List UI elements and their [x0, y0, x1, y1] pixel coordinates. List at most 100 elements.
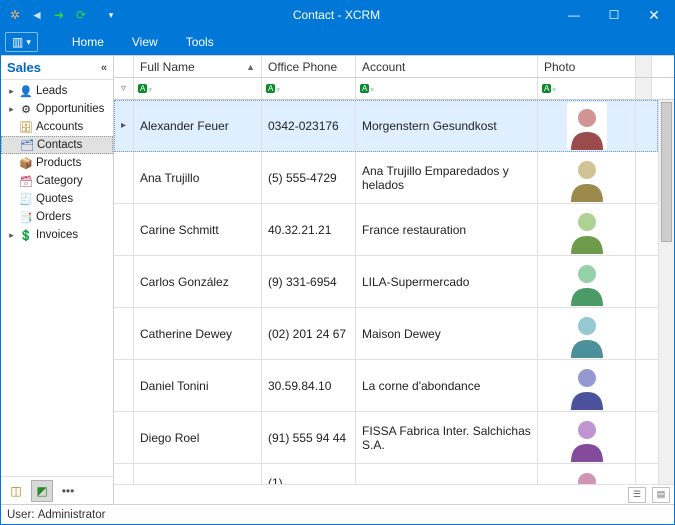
vertical-scrollbar[interactable] — [658, 100, 674, 484]
column-header-account[interactable]: Account — [356, 56, 538, 77]
scrollbar-thumb[interactable] — [661, 102, 672, 242]
row-indicator[interactable] — [114, 308, 134, 359]
window-title: Contact - XCRM — [119, 8, 554, 22]
view-mode-list-button[interactable]: ☰ — [628, 487, 646, 503]
sidebar-item-leads[interactable]: ▸ 👤 Leads — [1, 82, 113, 100]
maximize-button[interactable]: ☐ — [594, 1, 634, 29]
sidebar-item-invoices[interactable]: ▸ 💲 Invoices — [1, 226, 113, 244]
cell-account: FISSA Fabrica Inter. Salchichas S.A. — [356, 412, 538, 463]
back-icon[interactable]: ◄ — [29, 7, 45, 23]
row-indicator[interactable] — [114, 152, 134, 203]
cell-text: Morgenstern Gesundkost — [362, 119, 497, 133]
cell-account: LILA-Supermercado — [356, 256, 538, 307]
cell-text: Ana Trujillo Emparedados y helados — [362, 164, 531, 192]
cell-photo — [538, 256, 636, 307]
cell-photo — [538, 412, 636, 463]
sidebar-item-accounts[interactable]: 🗄 Accounts — [1, 118, 113, 136]
table-row[interactable]: Daniel Tonini30.59.84.10La corne d'abond… — [114, 360, 658, 412]
expand-icon[interactable]: ▸ — [7, 86, 16, 97]
sidebar-item-products[interactable]: 📦 Products — [1, 154, 113, 172]
sidebar-item-label: Quotes — [36, 193, 73, 205]
filter-cell-account[interactable]: ▫ — [356, 78, 538, 99]
expand-icon[interactable]: ▸ — [7, 230, 16, 241]
sidebar-item-orders[interactable]: 📑 Orders — [1, 208, 113, 226]
close-button[interactable]: ✕ — [634, 1, 674, 29]
column-title: Full Name — [140, 60, 195, 74]
sidebar-item-opportunities[interactable]: ▸ ⚙ Opportunities — [1, 100, 113, 118]
funnel-icon: ▿ — [121, 83, 126, 94]
document-icon: ▥ — [12, 35, 23, 49]
forward-icon[interactable]: ➜ — [51, 7, 67, 23]
cell-photo — [538, 308, 636, 359]
avatar — [567, 154, 607, 202]
module-button-1[interactable]: ◫ — [5, 480, 27, 502]
refresh-icon[interactable]: ⟳ — [73, 7, 89, 23]
filter-row-indicator[interactable]: ▿ — [114, 78, 134, 99]
table-row[interactable]: Ana Trujillo(5) 555-4729Ana Trujillo Emp… — [114, 152, 658, 204]
row-indicator[interactable] — [114, 412, 134, 463]
filter-mode-icon[interactable]: ▫ — [266, 84, 280, 94]
row-indicator[interactable] — [114, 256, 134, 307]
view-mode-card-button[interactable]: ▤ — [652, 487, 670, 503]
avatar — [567, 102, 607, 150]
module-button-2[interactable]: ◩ — [31, 480, 53, 502]
table-row[interactable]: Carlos González(9) 331-6954LILA-Supermer… — [114, 256, 658, 308]
cell-office-phone: (02) 201 24 67 — [262, 308, 356, 359]
file-menu-button[interactable]: ▥ ▾ — [5, 32, 38, 52]
minimize-button[interactable]: — — [554, 1, 594, 29]
cell-text: 0342-023176 — [268, 119, 339, 133]
collapse-sidebar-icon[interactable]: « — [101, 62, 107, 74]
cell-full-name: Diego Roel — [134, 412, 262, 463]
table-row[interactable]: ▸Alexander Feuer0342-023176Morgenstern G… — [114, 100, 658, 152]
column-header-office-phone[interactable]: Office Phone — [262, 56, 356, 77]
filter-cell-photo[interactable]: ▫ — [538, 78, 636, 99]
filter-cell-office-phone[interactable]: ▫ — [262, 78, 356, 99]
gear-icon[interactable]: ✲ — [7, 7, 23, 23]
row-indicator-header[interactable] — [114, 56, 134, 77]
cell-text: Diego Roel — [140, 431, 199, 445]
cell-account: Maison Dewey — [356, 308, 538, 359]
sidebar-title: Sales — [7, 60, 41, 75]
column-title: Photo — [544, 60, 575, 74]
table-row[interactable]: Catherine Dewey(02) 201 24 67 Maison Dewe… — [114, 308, 658, 360]
table-row[interactable]: Carine Schmitt40.32.21.21France restaura… — [114, 204, 658, 256]
cell-text: Maison Dewey — [362, 327, 441, 341]
row-indicator[interactable]: ▸ — [114, 100, 134, 151]
menu-home[interactable]: Home — [58, 35, 118, 49]
sidebar-item-quotes[interactable]: 🧾 Quotes — [1, 190, 113, 208]
column-header-full-name[interactable]: Full Name ▲ — [134, 56, 262, 77]
filter-mode-icon[interactable]: ▫ — [360, 84, 374, 94]
app-window: ✲ ◄ ➜ ⟳ ▾ Contact - XCRM — ☐ ✕ ▥ ▾ Home … — [0, 0, 675, 525]
cell-office-phone: 40.32.21.21 — [262, 204, 356, 255]
row-indicator[interactable] — [114, 360, 134, 411]
category-icon: 🗃 — [19, 174, 33, 188]
sidebar-item-category[interactable]: 🗃 Category — [1, 172, 113, 190]
cell-office-phone: (9) 331-6954 — [262, 256, 356, 307]
filter-mode-icon[interactable]: ▫ — [542, 84, 556, 94]
sidebar-item-label: Leads — [36, 85, 67, 97]
expand-icon[interactable]: ▸ — [7, 104, 16, 115]
cell-text: Dominique Perrier — [140, 483, 237, 485]
cell-full-name: Catherine Dewey — [134, 308, 262, 359]
sidebar-header[interactable]: Sales « — [1, 56, 113, 80]
grid-body: ▸Alexander Feuer0342-023176Morgenstern G… — [114, 100, 674, 484]
statusbar: User: Administrator — [1, 504, 674, 524]
table-row[interactable]: Dominique Perrier(1) 47.55.60.10Spéciali… — [114, 464, 658, 484]
cell-text: Carine Schmitt — [140, 223, 219, 237]
qat-customize-icon[interactable]: ▾ — [103, 7, 119, 23]
column-header-photo[interactable]: Photo — [538, 56, 636, 77]
row-indicator[interactable] — [114, 464, 134, 484]
filter-mode-icon[interactable]: ▫ — [138, 84, 152, 94]
sort-asc-icon: ▲ — [246, 62, 255, 72]
sidebar-item-contacts[interactable]: 🗂 Contacts — [1, 136, 113, 154]
module-overflow-button[interactable]: ••• — [57, 480, 79, 502]
table-row[interactable]: Diego Roel(91) 555 94 44FISSA Fabrica In… — [114, 412, 658, 464]
menu-view[interactable]: View — [118, 35, 172, 49]
grid: Full Name ▲ Office Phone Account Photo ▿… — [114, 56, 674, 504]
row-indicator[interactable] — [114, 204, 134, 255]
cell-photo — [538, 100, 636, 151]
avatar — [567, 466, 607, 485]
filter-cell-full-name[interactable]: ▫ — [134, 78, 262, 99]
status-user-value: Administrator — [38, 509, 106, 521]
menu-tools[interactable]: Tools — [172, 35, 228, 49]
